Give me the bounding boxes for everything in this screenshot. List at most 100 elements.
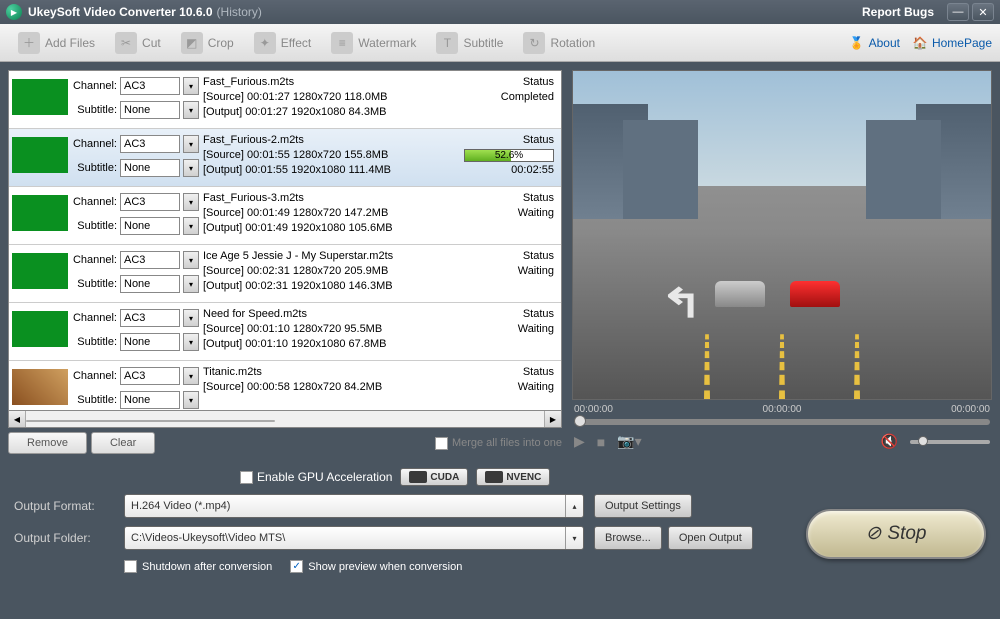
scroll-left-button[interactable]: ◀ [9, 411, 26, 427]
homepage-icon: 🏠 [912, 35, 928, 51]
chevron-down-icon[interactable]: ▾ [183, 159, 199, 177]
toolbar: ＋Add Files ✂Cut ◩Crop ✦Effect ≡Watermark… [0, 24, 1000, 62]
file-list-hscroll[interactable]: ◀ ▶ [8, 411, 562, 428]
cut-button[interactable]: ✂Cut [105, 28, 171, 58]
subtitle-select[interactable]: None [120, 333, 180, 351]
chevron-down-icon[interactable]: ▾ [183, 333, 199, 351]
about-link[interactable]: 🏅About [849, 35, 900, 51]
file-row[interactable]: Channel:AC3▾Subtitle:None▾Titanic.m2ts[S… [9, 361, 561, 411]
clear-button[interactable]: Clear [91, 432, 155, 454]
channel-select[interactable]: AC3 [120, 251, 180, 269]
subtitle-select[interactable]: None [120, 275, 180, 293]
channel-select[interactable]: AC3 [120, 309, 180, 327]
channel-select[interactable]: AC3 [120, 193, 180, 211]
output-format-select[interactable]: H.264 Video (*.mp4)▴ [124, 494, 584, 518]
file-thumbnail [12, 253, 68, 289]
cuda-badge: CUDA [400, 468, 468, 486]
file-status: StatusWaiting [458, 249, 558, 279]
output-folder-label: Output Folder: [14, 531, 114, 545]
chevron-down-icon[interactable]: ▾ [183, 101, 199, 119]
file-status: StatusWaiting [458, 307, 558, 337]
minimize-button[interactable]: — [947, 3, 969, 21]
time-display: 00:00:0000:00:0000:00:00 [572, 400, 992, 415]
file-row[interactable]: Channel:AC3▾Subtitle:None▾Fast_Furious-2… [9, 129, 561, 187]
subtitle-select[interactable]: None [120, 159, 180, 177]
file-row[interactable]: Channel:AC3▾Subtitle:None▾Fast_Furious-3… [9, 187, 561, 245]
file-row[interactable]: Channel:AC3▾Subtitle:None▾Ice Age 5 Jess… [9, 245, 561, 303]
effect-button[interactable]: ✦Effect [244, 28, 321, 58]
browse-button[interactable]: Browse... [594, 526, 662, 550]
show-preview-checkbox[interactable]: ✓Show preview when conversion [290, 560, 462, 573]
cut-icon: ✂ [115, 32, 137, 54]
subtitle-select[interactable]: None [120, 391, 180, 409]
seek-slider[interactable] [574, 419, 990, 425]
watermark-button[interactable]: ≡Watermark [321, 28, 426, 58]
file-status: Status52.6%00:02:55 [458, 133, 558, 178]
volume-slider[interactable] [910, 440, 990, 444]
output-folder-field[interactable]: C:\Videos-Ukeysoft\Video MTS\▾ [124, 526, 584, 550]
road-arrow-icon: ↰ [660, 281, 704, 327]
volume-icon[interactable]: 🔇 [881, 433, 898, 450]
app-title-sub: (History) [217, 5, 262, 19]
chevron-down-icon[interactable]: ▾ [183, 391, 199, 409]
chevron-down-icon[interactable]: ▾ [183, 193, 199, 211]
add-files-icon: ＋ [18, 32, 40, 54]
chevron-up-icon[interactable]: ▴ [565, 495, 583, 517]
snapshot-button[interactable]: 📷▾ [617, 433, 641, 450]
file-thumbnail [12, 369, 68, 405]
homepage-link[interactable]: 🏠HomePage [912, 35, 992, 51]
chevron-down-icon[interactable]: ▾ [183, 135, 199, 153]
merge-checkbox[interactable]: Merge all files into one [435, 437, 562, 450]
output-settings-button[interactable]: Output Settings [594, 494, 692, 518]
stop-playback-button[interactable]: ■ [597, 434, 605, 450]
file-list[interactable]: Channel:AC3▾Subtitle:None▾Fast_Furious.m… [8, 70, 562, 411]
output-format-label: Output Format: [14, 499, 114, 513]
nvenc-badge: NVENC [476, 468, 550, 486]
chevron-down-icon[interactable]: ▾ [183, 251, 199, 269]
channel-select[interactable]: AC3 [120, 367, 180, 385]
add-files-button[interactable]: ＋Add Files [8, 28, 105, 58]
chevron-down-icon[interactable]: ▾ [183, 309, 199, 327]
shutdown-checkbox[interactable]: Shutdown after conversion [124, 560, 272, 573]
rotation-button[interactable]: ↻Rotation [513, 28, 605, 58]
file-status: StatusWaiting [458, 365, 558, 395]
file-info: Ice Age 5 Jessie J - My Superstar.m2ts[S… [199, 249, 458, 294]
channel-select[interactable]: AC3 [120, 77, 180, 95]
remove-button[interactable]: Remove [8, 432, 87, 454]
file-status: StatusWaiting [458, 191, 558, 221]
effect-icon: ✦ [254, 32, 276, 54]
file-thumbnail [12, 195, 68, 231]
report-bugs-link[interactable]: Report Bugs [862, 5, 934, 19]
scroll-thumb[interactable] [26, 420, 275, 422]
volume-knob[interactable] [918, 436, 928, 446]
chevron-down-icon[interactable]: ▾ [183, 275, 199, 293]
seek-knob[interactable] [574, 415, 586, 427]
subtitle-button[interactable]: TSubtitle [426, 28, 513, 58]
app-logo-icon [6, 4, 22, 20]
rotation-icon: ↻ [523, 32, 545, 54]
chevron-down-icon[interactable]: ▾ [183, 77, 199, 95]
file-status: StatusCompleted [458, 75, 558, 105]
file-thumbnail [12, 311, 68, 347]
subtitle-icon: T [436, 32, 458, 54]
subtitle-select[interactable]: None [120, 217, 180, 235]
stop-button[interactable]: ⊘Stop [806, 509, 986, 559]
file-thumbnail [12, 79, 68, 115]
open-output-button[interactable]: Open Output [668, 526, 753, 550]
channel-select[interactable]: AC3 [120, 135, 180, 153]
file-row[interactable]: Channel:AC3▾Subtitle:None▾Fast_Furious.m… [9, 71, 561, 129]
watermark-icon: ≡ [331, 32, 353, 54]
play-button[interactable]: ▶ [574, 433, 585, 450]
gpu-accel-checkbox[interactable]: Enable GPU Acceleration [240, 470, 392, 484]
chevron-down-icon[interactable]: ▾ [183, 367, 199, 385]
scroll-right-button[interactable]: ▶ [544, 411, 561, 427]
subtitle-select[interactable]: None [120, 101, 180, 119]
close-button[interactable]: ✕ [972, 3, 994, 21]
file-info: Fast_Furious.m2ts[Source] 00:01:27 1280x… [199, 75, 458, 120]
chevron-down-icon[interactable]: ▾ [183, 217, 199, 235]
chevron-down-icon[interactable]: ▾ [565, 527, 583, 549]
file-info: Need for Speed.m2ts[Source] 00:01:10 128… [199, 307, 458, 352]
file-row[interactable]: Channel:AC3▾Subtitle:None▾Need for Speed… [9, 303, 561, 361]
crop-button[interactable]: ◩Crop [171, 28, 244, 58]
file-info: Fast_Furious-2.m2ts[Source] 00:01:55 128… [199, 133, 458, 178]
